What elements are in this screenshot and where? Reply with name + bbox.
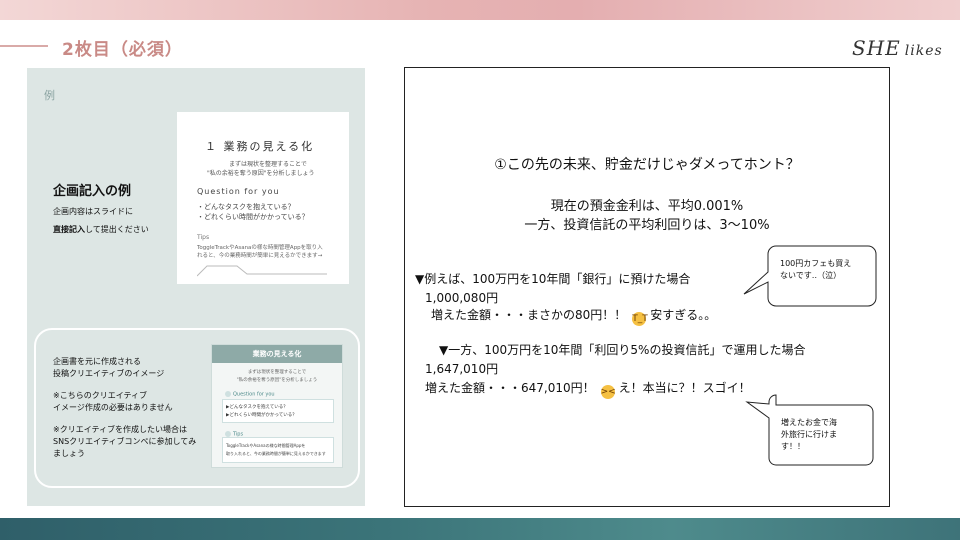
bottom-gradient-band — [0, 518, 960, 540]
speech-bubble-text-2: 増えたお金で海 外旅行に行けま す！！ — [781, 418, 837, 451]
speech-bubble-text-1: 100円カフェも買え ないです‥（泣） — [780, 259, 852, 280]
